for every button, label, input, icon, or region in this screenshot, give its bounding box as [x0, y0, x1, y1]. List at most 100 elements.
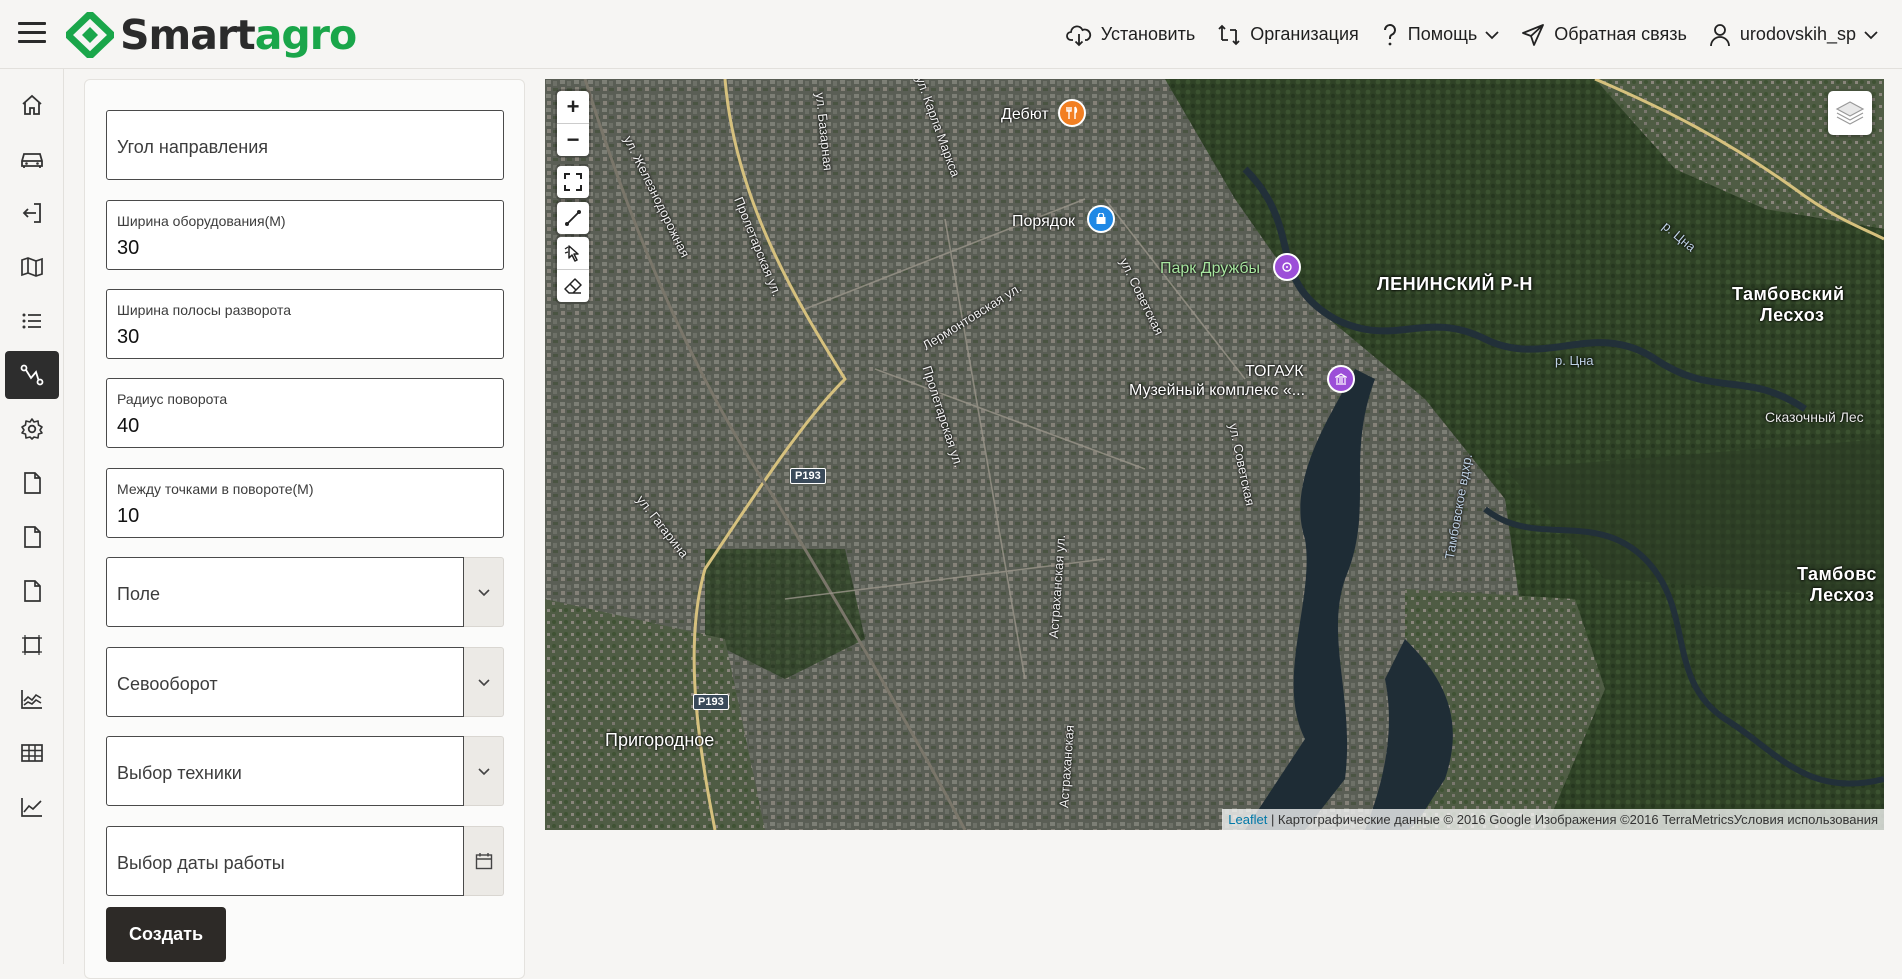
fullscreen-button[interactable]: [557, 166, 589, 198]
sidebar-item-document-2[interactable]: [5, 513, 59, 561]
draw-polyline-button[interactable]: [557, 202, 589, 234]
turn-points-distance-input[interactable]: Между точками в повороте(М) 10: [106, 468, 504, 538]
zoom-out-button[interactable]: −: [557, 123, 589, 156]
poi-label-museum[interactable]: Музейный комплекс «...: [1129, 382, 1305, 400]
poi-label-poryadok[interactable]: Порядок: [1012, 213, 1075, 231]
road-badge-r193-2: Р193: [693, 694, 729, 710]
area-label-tambov-forest-1b: Лесхоз: [1760, 305, 1825, 325]
leaflet-link[interactable]: Leaflet: [1228, 812, 1267, 827]
poi-label-park[interactable]: Парк Дружбы: [1160, 260, 1260, 278]
create-button[interactable]: Создать: [106, 907, 226, 962]
attribution-text: | Картографические данные © 2016 Google …: [1267, 812, 1878, 827]
machine-select[interactable]: Выбор техники: [106, 736, 504, 806]
document-icon: [24, 472, 41, 494]
sidebar-item-settings[interactable]: [5, 405, 59, 453]
satellite-imagery: [545, 79, 1884, 830]
field-select-box[interactable]: Поле: [106, 557, 464, 627]
feedback-link[interactable]: Обратная связь: [1521, 23, 1687, 47]
crop-rotation-toggle[interactable]: [464, 647, 504, 717]
machine-select-toggle[interactable]: [464, 736, 504, 806]
sidebar-item-exit[interactable]: [5, 189, 59, 237]
work-date-placeholder: Выбор даты работы: [117, 853, 285, 873]
poi-label-togauk[interactable]: ТОГАУК: [1245, 363, 1304, 381]
park-pin-icon[interactable]: [1273, 253, 1301, 281]
sync-arrows-icon: [1218, 24, 1240, 45]
home-icon: [22, 94, 42, 115]
delete-layers-button[interactable]: [557, 269, 589, 302]
chevron-down-icon: [477, 588, 490, 596]
calendar-icon: [475, 853, 492, 870]
organization-label: Организация: [1250, 24, 1359, 44]
help-dropdown[interactable]: Помощь: [1381, 23, 1500, 47]
shop-pin-icon[interactable]: [1087, 205, 1115, 233]
turn-radius-input[interactable]: Радиус поворота 40: [106, 378, 504, 448]
chevron-down-icon: [477, 767, 490, 775]
restaurant-pin-icon[interactable]: [1058, 99, 1086, 127]
machine-select-placeholder: Выбор техники: [117, 763, 242, 783]
sidebar-item-home[interactable]: [5, 81, 59, 129]
zoom-in-button[interactable]: +: [557, 91, 589, 123]
poi-label-debut[interactable]: Дебют: [1001, 106, 1049, 124]
field-select-placeholder: Поле: [117, 584, 161, 604]
sidebar-item-vehicles[interactable]: [5, 135, 59, 183]
line-chart-icon: [21, 798, 42, 817]
zoom-control: + −: [557, 91, 589, 156]
car-icon: [21, 153, 43, 168]
direction-angle-placeholder: Угол направления: [117, 137, 269, 157]
museum-pin-icon[interactable]: [1327, 365, 1355, 393]
question-mark-icon: [1383, 23, 1396, 45]
sidebar-item-document-1[interactable]: [5, 459, 59, 507]
map-attribution: Leaflet | Картографические данные © 2016…: [1222, 809, 1884, 830]
help-label: Помощь: [1407, 24, 1478, 44]
work-date-calendar-button[interactable]: [464, 826, 504, 896]
map-icon: [21, 257, 43, 277]
edit-pointer-icon: [564, 245, 579, 262]
edit-layers-button[interactable]: [557, 237, 589, 269]
turn-radius-label: Радиус поворота: [117, 391, 228, 407]
sidebar-item-frame[interactable]: [5, 621, 59, 669]
grid-table-icon: [21, 744, 43, 762]
turn-strip-width-input[interactable]: Ширина полосы разворота 30: [106, 289, 504, 359]
field-select[interactable]: Поле: [106, 557, 504, 627]
sidebar-item-area-chart[interactable]: [5, 675, 59, 723]
area-label-tambov-forest-2: Тамбовс: [1797, 564, 1877, 584]
install-link[interactable]: Установить: [1065, 23, 1195, 47]
equipment-width-input[interactable]: Ширина оборудования(М) 30: [106, 200, 504, 270]
work-date-input[interactable]: Выбор даты работы: [106, 826, 464, 896]
user-menu[interactable]: urodovskih_sp: [1709, 23, 1878, 47]
equipment-width-label: Ширина оборудования(М): [117, 213, 286, 229]
logo-text-smart: Smart: [120, 11, 256, 59]
area-label-tambov-forest-1: Тамбовский: [1732, 284, 1845, 304]
machine-select-box[interactable]: Выбор техники: [106, 736, 464, 806]
direction-angle-input[interactable]: Угол направления: [106, 110, 504, 180]
turn-points-distance-value: 10: [117, 505, 140, 527]
museum-building-icon: [1335, 373, 1347, 385]
logo-text-agro: agro: [254, 11, 357, 59]
gear-icon: [21, 418, 43, 440]
chevron-down-icon: [1864, 30, 1878, 39]
username-label: urodovskih_sp: [1739, 24, 1856, 44]
hamburger-menu-icon[interactable]: [18, 22, 46, 46]
sidebar-item-line-chart[interactable]: [5, 783, 59, 831]
work-date-select[interactable]: Выбор даты работы: [106, 826, 504, 896]
sidebar-item-routes[interactable]: [5, 351, 59, 399]
field-select-toggle[interactable]: [464, 557, 504, 627]
turn-strip-width-label: Ширина полосы разворота: [117, 302, 291, 318]
sidebar-item-maps[interactable]: [5, 243, 59, 291]
crop-rotation-select-box[interactable]: Севооборот: [106, 647, 464, 717]
organization-link[interactable]: Организация: [1217, 23, 1359, 47]
crop-rotation-select[interactable]: Севооборот: [106, 647, 504, 717]
document-icon: [24, 526, 41, 548]
sidebar-item-table[interactable]: [5, 729, 59, 777]
river-label-tsna: р. Цна: [1555, 353, 1594, 368]
sidebar-item-document-3[interactable]: [5, 567, 59, 615]
smartagro-logo[interactable]: Smartagro: [66, 11, 357, 59]
sidebar-item-list[interactable]: [5, 297, 59, 345]
area-label-tambov-forest-2b: Лесхоз: [1810, 585, 1875, 605]
ferris-wheel-icon: [1282, 262, 1292, 272]
layers-control-button[interactable]: [1828, 91, 1872, 135]
satellite-map[interactable]: Дебют Порядок Парк Дружбы ЛЕНИНСКИЙ Р-Н …: [545, 79, 1884, 830]
edit-control: [557, 237, 589, 302]
layers-icon: [1835, 101, 1865, 125]
draw-line-control: [557, 202, 589, 234]
